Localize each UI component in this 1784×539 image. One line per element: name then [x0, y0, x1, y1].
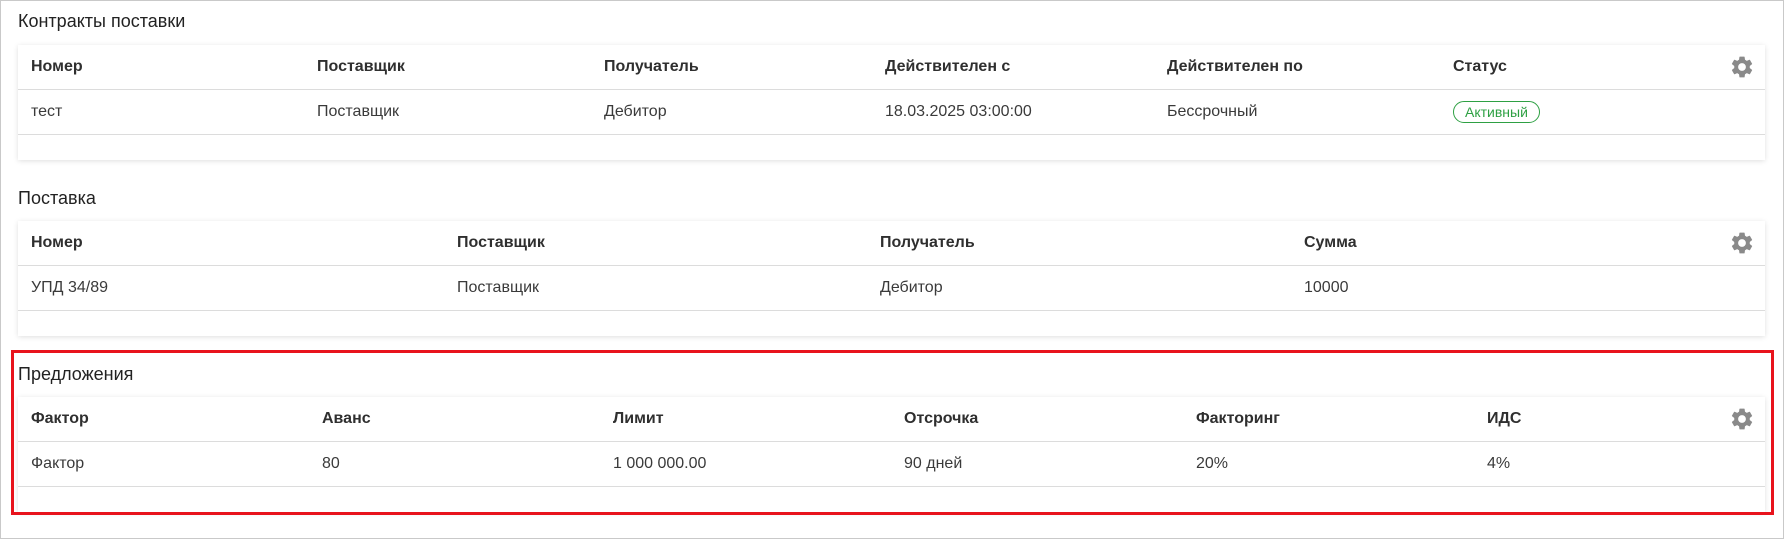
column-header-supplier[interactable]: Поставщик [317, 45, 405, 89]
cell-supplier: Поставщик [457, 279, 540, 296]
cell-limit: 1 000 000.00 [613, 455, 707, 472]
column-header-recipient[interactable]: Получатель [604, 45, 699, 89]
contracts-table: Номер Поставщик Получатель Действителен … [18, 45, 1765, 160]
table-header: Фактор Аванс Лимит Отсрочка Факторинг ИД… [18, 397, 1765, 442]
offers-table: Фактор Аванс Лимит Отсрочка Факторинг ИД… [18, 397, 1765, 512]
table-row[interactable]: Фактор 80 1 000 000.00 90 дней 20% 4% [18, 442, 1765, 487]
column-header-factoring[interactable]: Факторинг [1196, 397, 1280, 441]
column-header-recipient[interactable]: Получатель [880, 221, 975, 265]
cell-amount: 10000 [1304, 279, 1349, 296]
cell-valid-to: Бессрочный [1167, 103, 1258, 120]
table-header: Номер Поставщик Получатель Действителен … [18, 45, 1765, 90]
cell-status: Активный [1453, 90, 1540, 134]
column-header-number[interactable]: Номер [31, 221, 83, 265]
cell-ids: 4% [1487, 455, 1511, 472]
column-header-ids[interactable]: ИДС [1487, 397, 1521, 441]
supply-table: Номер Поставщик Получатель Сумма УПД 34/… [18, 221, 1765, 336]
column-header-deferral[interactable]: Отсрочка [904, 397, 978, 441]
cell-advance: 80 [322, 455, 340, 472]
cell-recipient: Дебитор [604, 103, 667, 120]
table-footer [18, 311, 1765, 336]
gear-icon[interactable] [1729, 406, 1755, 432]
contracts-section-title: Контракты поставки [18, 11, 186, 31]
column-header-number[interactable]: Номер [31, 45, 83, 89]
cell-recipient: Дебитор [880, 279, 943, 296]
cell-supplier: Поставщик [317, 103, 400, 120]
gear-icon[interactable] [1729, 54, 1755, 80]
column-header-advance[interactable]: Аванс [322, 397, 371, 441]
table-row[interactable]: УПД 34/89 Поставщик Дебитор 10000 [18, 266, 1765, 311]
offers-section-title: Предложения [18, 364, 134, 384]
column-header-valid-from[interactable]: Действителен с [885, 45, 1010, 89]
cell-number: УПД 34/89 [31, 279, 108, 296]
cell-factoring: 20% [1196, 455, 1229, 472]
column-header-factor[interactable]: Фактор [31, 397, 89, 441]
column-header-supplier[interactable]: Поставщик [457, 221, 545, 265]
cell-valid-from: 18.03.2025 03:00:00 [885, 103, 1032, 120]
gear-icon[interactable] [1729, 230, 1755, 256]
table-header: Номер Поставщик Получатель Сумма [18, 221, 1765, 266]
cell-factor: Фактор [31, 455, 85, 472]
column-header-status[interactable]: Статус [1453, 45, 1507, 89]
table-row[interactable]: тест Поставщик Дебитор 18.03.2025 03:00:… [18, 90, 1765, 135]
status-badge: Активный [1453, 100, 1540, 123]
table-footer [18, 487, 1765, 512]
cell-number: тест [31, 103, 63, 120]
column-header-valid-to[interactable]: Действителен по [1167, 45, 1303, 89]
supply-section-title: Поставка [18, 188, 96, 208]
table-footer [18, 135, 1765, 160]
column-header-limit[interactable]: Лимит [613, 397, 664, 441]
cell-deferral: 90 дней [904, 455, 963, 472]
column-header-amount[interactable]: Сумма [1304, 221, 1357, 265]
